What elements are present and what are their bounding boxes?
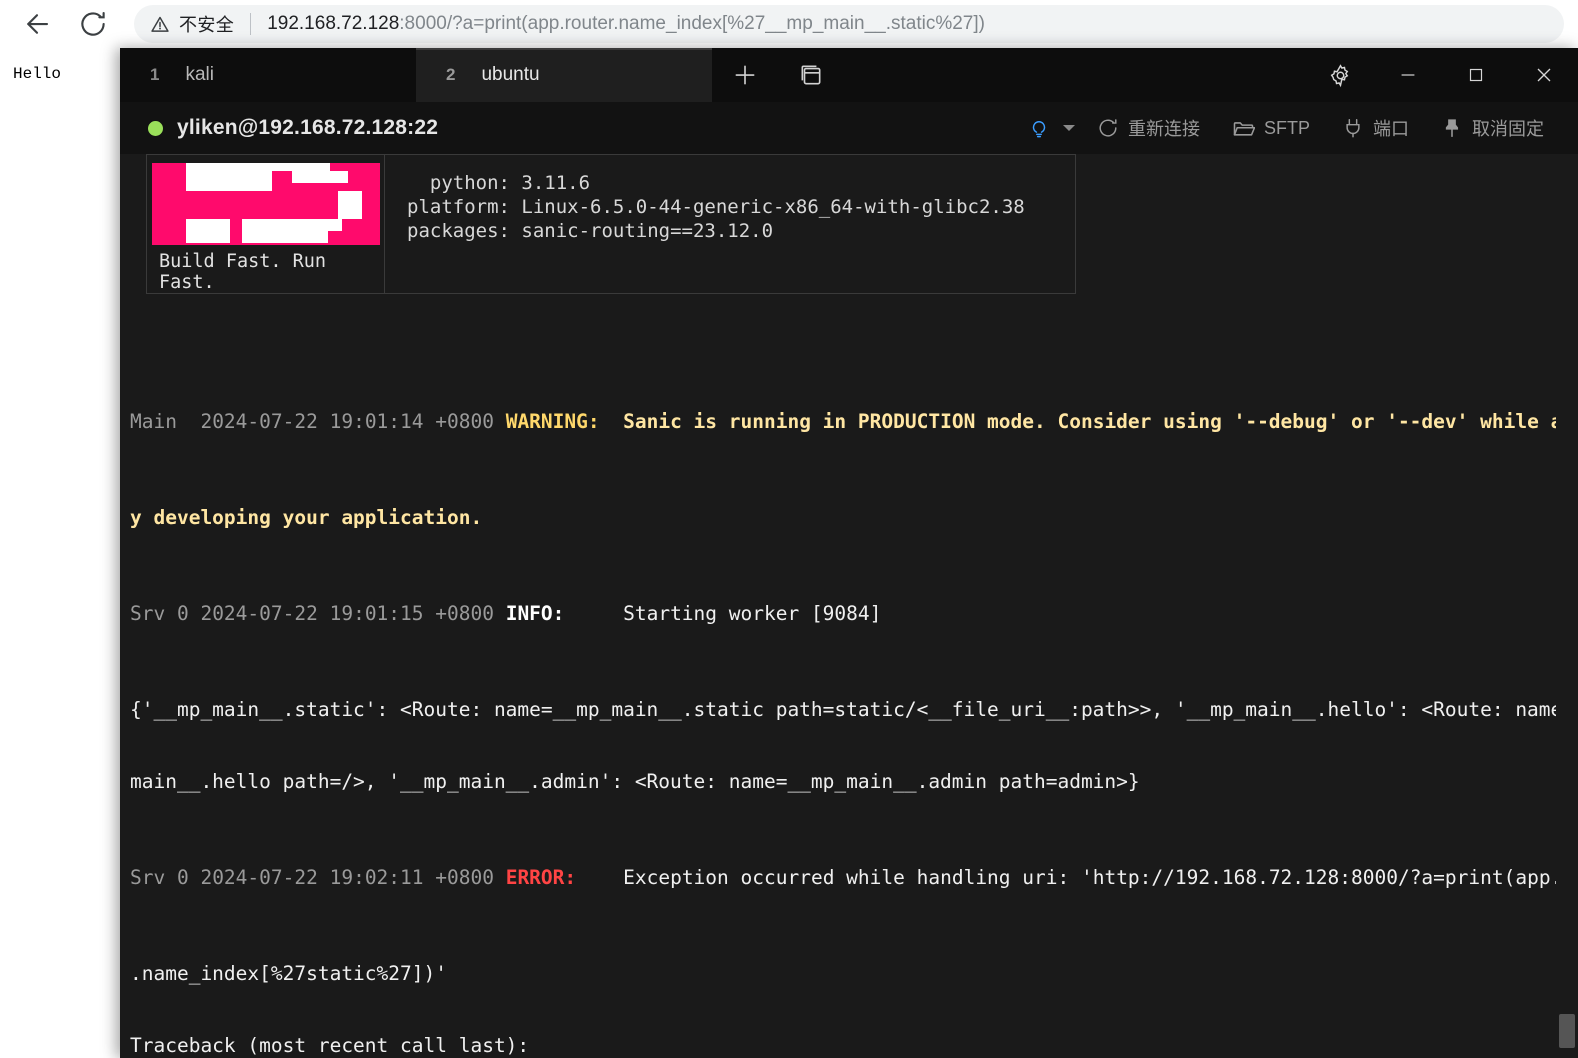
sanic-logo-block: Build Fast. Run Fast. (147, 155, 385, 293)
log-line: main__.hello path=/>, '__mp_main__.admin… (130, 770, 1140, 793)
log-timestamp: 2024-07-22 19:01:14 +0800 (200, 410, 494, 433)
log-line-warning-cont: y developing your application. (130, 506, 483, 529)
log-message: Sanic is running in PRODUCTION mode. Con… (599, 410, 1578, 433)
url-text: 192.168.72.128:8000/?a=print(app.router.… (267, 13, 985, 35)
site-security-indicator[interactable]: 不安全 (150, 11, 234, 37)
sanic-banner-info: python: 3.11.6 platform: Linux-6.5.0-44-… (385, 155, 1075, 293)
terminal-output-area[interactable]: Build Fast. Run Fast. python: 3.11.6 pla… (120, 154, 1578, 1058)
reload-icon[interactable] (70, 1, 116, 47)
warning-triangle-icon (150, 15, 170, 33)
log-message: Exception occurred while handling uri: '… (576, 866, 1578, 889)
log-line: {'__mp_main__.static': <Route: name=__mp… (130, 698, 1578, 721)
log-line-info: Srv 0 2024-07-22 19:01:15 +0800 INFO: St… (130, 602, 1556, 626)
sanic-banner: Build Fast. Run Fast. python: 3.11.6 pla… (146, 154, 1076, 294)
session-identity: yliken@192.168.72.128:22 (148, 116, 438, 140)
session-title: yliken@192.168.72.128:22 (177, 116, 439, 139)
log-line: .name_index[%27static%27])' (130, 962, 447, 985)
unpin-label: 取消固定 (1472, 119, 1544, 139)
log-level: INFO: (505, 602, 565, 625)
settings-gear-icon[interactable] (1306, 48, 1374, 102)
connection-status-dot (148, 120, 163, 136)
omnibox-divider (250, 13, 252, 35)
banner-packages-line: packages: sanic-routing==23.12.0 (407, 220, 774, 242)
split-pane-icon[interactable] (778, 48, 844, 102)
terminal-scrollbar[interactable] (1556, 154, 1578, 1058)
banner-platform-line: platform: Linux-6.5.0-44-generic-x86_64-… (407, 196, 1025, 218)
terminal-scrollbar-thumb[interactable] (1559, 1014, 1575, 1048)
window-controls (1306, 48, 1578, 102)
log-timestamp: 2024-07-22 19:02:11 +0800 (200, 866, 494, 889)
log-src: Main (130, 410, 189, 433)
log-line-error: Srv 0 2024-07-22 19:02:11 +0800 ERROR: E… (130, 866, 1578, 890)
terminal-tabstrip: 1 kali 2 ubuntu (120, 48, 1578, 102)
tab-index: 2 (446, 65, 456, 84)
log-src: Srv 0 (130, 866, 189, 889)
log-line: Traceback (most recent call last): (130, 1034, 530, 1057)
sftp-button[interactable]: SFTP (1216, 102, 1326, 154)
session-header: yliken@192.168.72.128:22 重新连接 SFTP 端口 取消… (120, 102, 1578, 154)
terminal-window: 1 kali 2 ubuntu yliken@192.168.72.128:22… (120, 48, 1578, 1058)
tab-kali[interactable]: 1 kali (120, 48, 416, 102)
tab-label: kali (185, 64, 214, 85)
terminal-scroll-content: Build Fast. Run Fast. python: 3.11.6 pla… (120, 154, 1578, 1058)
sftp-label: SFTP (1263, 117, 1310, 138)
reconnect-button[interactable]: 重新连接 (1081, 102, 1216, 154)
new-tab-button[interactable] (712, 48, 778, 102)
unpin-button[interactable]: 取消固定 (1425, 102, 1560, 154)
sanic-logo (151, 163, 380, 245)
maximize-button[interactable] (1442, 48, 1510, 102)
page-body-text: Hello (13, 65, 62, 83)
log-src: Srv 0 (130, 602, 189, 625)
tips-bulb-button[interactable] (1012, 102, 1081, 154)
not-secure-label: 不安全 (179, 15, 235, 35)
session-toolbar: 重新连接 SFTP 端口 取消固定 (1012, 102, 1560, 154)
tab-ubuntu[interactable]: 2 ubuntu (416, 48, 712, 102)
log-message: Starting worker [9084] (564, 602, 882, 625)
close-button[interactable] (1510, 48, 1578, 102)
port-button[interactable]: 端口 (1326, 102, 1425, 154)
log-level: WARNING: (505, 410, 600, 433)
reconnect-label: 重新连接 (1127, 119, 1200, 139)
tab-label: ubuntu (481, 64, 540, 85)
port-label: 端口 (1373, 119, 1409, 139)
tab-index: 1 (150, 65, 160, 84)
url-path: :8000/?a=print(app.router.name_index[%27… (399, 13, 985, 34)
address-bar[interactable]: 不安全 192.168.72.128:8000/?a=print(app.rou… (134, 5, 1564, 43)
log-timestamp: 2024-07-22 19:01:15 +0800 (200, 602, 494, 625)
log-line-warning: Main 2024-07-22 19:01:14 +0800 WARNING: … (130, 410, 1578, 434)
tabstrip-actions (712, 48, 844, 102)
banner-python-line: python: 3.11.6 (407, 172, 591, 194)
terminal-log: Main 2024-07-22 19:01:14 +0800 WARNING: … (130, 338, 1578, 1058)
sanic-logo-caption: Build Fast. Run Fast. (159, 251, 327, 293)
url-host: 192.168.72.128 (267, 13, 400, 34)
browser-toolbar: 不安全 192.168.72.128:8000/?a=print(app.rou… (0, 0, 1578, 48)
minimize-button[interactable] (1374, 48, 1442, 102)
log-level: ERROR: (505, 866, 577, 889)
chevron-down-icon (1062, 125, 1075, 131)
back-icon[interactable] (14, 1, 60, 47)
